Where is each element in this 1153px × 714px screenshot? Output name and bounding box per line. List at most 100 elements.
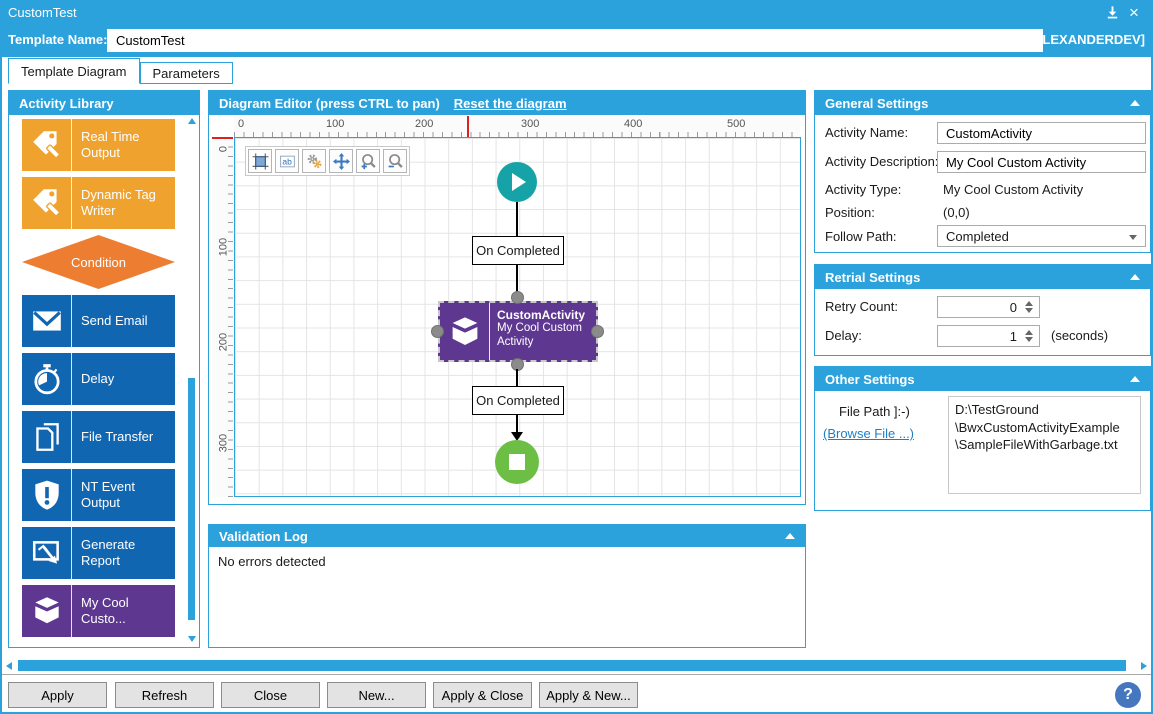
activity-node-subtitle: My Cool Custom Activity: [497, 322, 592, 350]
library-scrollbar-thumb[interactable]: [188, 378, 195, 620]
user-badge: [ALEXANDERDEV]: [1029, 32, 1145, 47]
library-item-label: Delay: [72, 353, 175, 405]
pan-tool-button[interactable]: [329, 149, 353, 173]
retrial-settings-header: Retrial Settings: [815, 265, 1150, 289]
apply-button[interactable]: Apply: [8, 682, 107, 708]
general-settings-panel: General Settings Activity Name: Activity…: [814, 90, 1151, 253]
tab-parameters[interactable]: Parameters: [140, 62, 233, 84]
apply-and-new-button[interactable]: Apply & New...: [539, 682, 638, 708]
custom-activity-node[interactable]: CustomActivity My Cool Custom Activity: [438, 301, 598, 362]
spin-up-icon[interactable]: [1025, 330, 1033, 335]
ruler-label: 0: [238, 118, 244, 130]
diagram-toolbar: ab: [245, 146, 410, 176]
zoom-out-icon: [387, 153, 404, 170]
tab-template-diagram[interactable]: Template Diagram: [8, 58, 140, 84]
spin-down-icon[interactable]: [1025, 308, 1033, 313]
ruler-label: 300: [521, 118, 539, 130]
file-path-label: File Path ]:-): [839, 404, 910, 419]
follow-path-select[interactable]: Completed: [937, 225, 1146, 247]
general-settings-title: General Settings: [825, 96, 928, 111]
scroll-left-icon[interactable]: [6, 662, 12, 670]
connector-right[interactable]: [591, 325, 604, 338]
library-item-dynamic-tag-writer[interactable]: Dynamic Tag Writer: [22, 177, 175, 229]
window-title: CustomTest: [8, 5, 77, 20]
close-button[interactable]: Close: [221, 682, 320, 708]
download-icon[interactable]: [1101, 5, 1123, 20]
ruler-position-marker: [212, 137, 233, 139]
library-item-send-email[interactable]: Send Email: [22, 295, 175, 347]
activity-node-title: CustomActivity: [497, 308, 592, 322]
validation-log-title: Validation Log: [219, 529, 308, 544]
shield-icon: [22, 469, 72, 521]
activity-name-input[interactable]: [937, 122, 1146, 144]
tab-strip: Template Diagram Parameters: [8, 58, 233, 84]
retry-count-stepper[interactable]: 0: [937, 296, 1040, 318]
apply-and-close-button[interactable]: Apply & Close: [433, 682, 532, 708]
edge-start-to-label: [516, 202, 518, 236]
scroll-right-icon[interactable]: [1141, 662, 1147, 670]
spin-up-icon[interactable]: [1025, 301, 1033, 306]
end-node[interactable]: [495, 440, 539, 484]
library-item-condition[interactable]: Condition: [22, 235, 175, 289]
library-item-my-cool-custom[interactable]: My Cool Custo...: [22, 585, 175, 637]
new-button[interactable]: New...: [327, 682, 426, 708]
library-item-label: Condition: [71, 255, 126, 270]
ruler-label: 200: [415, 118, 433, 130]
activity-description-input[interactable]: [937, 151, 1146, 173]
library-item-generate-report[interactable]: Generate Report: [22, 527, 175, 579]
other-settings-panel: Other Settings File Path ]:-) (Browse Fi…: [814, 366, 1151, 511]
edge-label-on-completed-2[interactable]: On Completed: [472, 386, 564, 415]
ruler-label: 400: [624, 118, 642, 130]
stop-icon: [509, 454, 525, 470]
zoom-out-tool-button[interactable]: [383, 149, 407, 173]
scroll-down-icon[interactable]: [188, 636, 196, 642]
collapse-icon[interactable]: [1130, 274, 1140, 280]
spin-down-icon[interactable]: [1025, 337, 1033, 342]
collapse-icon[interactable]: [1130, 100, 1140, 106]
edge-activity-to-label: [516, 369, 518, 386]
svg-text:ab: ab: [282, 156, 292, 166]
library-item-label: Generate Report: [72, 527, 175, 579]
library-item-label: File Transfer: [72, 411, 175, 463]
connector-top[interactable]: [511, 291, 524, 304]
library-item-label: My Cool Custo...: [72, 585, 175, 637]
position-value: (0,0): [943, 205, 970, 220]
horizontal-scrollbar-thumb[interactable]: [18, 660, 1126, 671]
library-item-real-time-output[interactable]: Real Time Output: [22, 119, 175, 171]
collapse-icon[interactable]: [785, 533, 795, 539]
template-name-input[interactable]: [107, 29, 1043, 52]
horizontal-ruler: 0 100 200 300 400 500: [234, 116, 800, 137]
play-icon: [512, 173, 526, 191]
library-item-delay[interactable]: Delay: [22, 353, 175, 405]
tag-icon: [22, 177, 72, 229]
validation-log-header: Validation Log: [209, 525, 805, 547]
settings-tool-button[interactable]: [302, 149, 326, 173]
start-node[interactable]: [497, 162, 537, 202]
zoom-in-tool-button[interactable]: [356, 149, 380, 173]
library-item-label: Real Time Output: [72, 119, 175, 171]
collapse-icon[interactable]: [1130, 376, 1140, 382]
refresh-button[interactable]: Refresh: [115, 682, 214, 708]
validation-log-message: No errors detected: [218, 554, 326, 569]
envelope-icon: [22, 295, 72, 347]
browse-file-link[interactable]: (Browse File ...): [823, 426, 914, 441]
ruler-ticks: [228, 137, 233, 497]
activity-name-label: Activity Name:: [825, 125, 908, 140]
validation-log-body: No errors detected: [209, 547, 805, 576]
diagram-canvas[interactable]: ab On Completed: [234, 137, 801, 497]
edge-label-on-completed-1[interactable]: On Completed: [472, 236, 564, 265]
edge-label-text: On Completed: [476, 243, 560, 258]
help-button[interactable]: ?: [1115, 682, 1141, 708]
position-label: Position:: [825, 205, 875, 220]
select-tool-button[interactable]: [248, 149, 272, 173]
close-icon[interactable]: ×: [1123, 4, 1145, 21]
reset-diagram-link[interactable]: Reset the diagram: [454, 96, 567, 111]
connector-left[interactable]: [431, 325, 444, 338]
scroll-up-icon[interactable]: [188, 118, 196, 124]
library-item-nt-event-output[interactable]: NT Event Output: [22, 469, 175, 521]
library-item-file-transfer[interactable]: File Transfer: [22, 411, 175, 463]
text-tool-button[interactable]: ab: [275, 149, 299, 173]
report-icon: [22, 527, 72, 579]
delay-stepper[interactable]: 1: [937, 325, 1040, 347]
file-path-box[interactable]: D:\TestGround \BwxCustomActivityExample …: [948, 396, 1141, 494]
